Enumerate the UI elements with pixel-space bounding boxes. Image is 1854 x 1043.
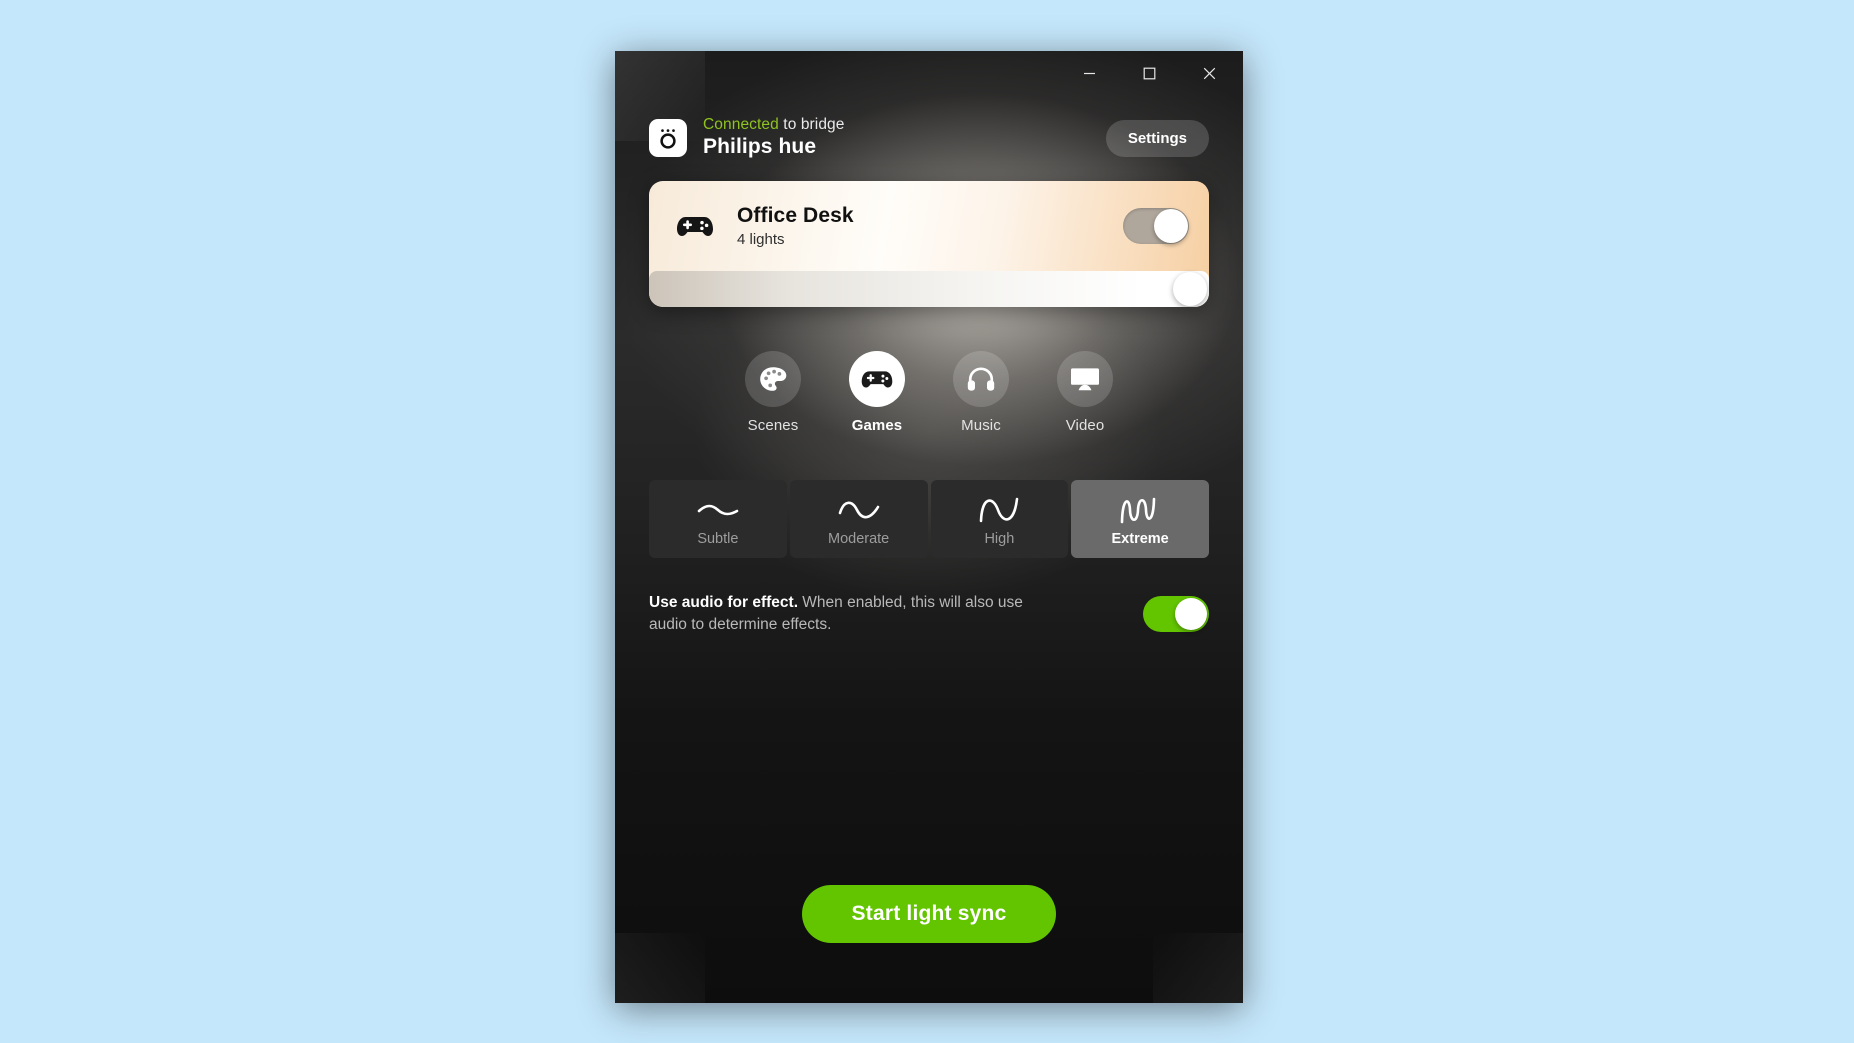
mode-item-scenes[interactable]: Scenes	[729, 351, 817, 434]
mode-item-video[interactable]: Video	[1041, 351, 1129, 434]
area-name: Office Desk	[737, 203, 854, 227]
mode-label-video: Video	[1065, 417, 1105, 434]
connection-suffix: to bridge	[778, 115, 845, 133]
audio-option-row: Use audio for effect. When enabled, this…	[649, 592, 1209, 636]
audio-option-text: Use audio for effect. When enabled, this…	[649, 592, 1041, 636]
intensity-item-moderate[interactable]: Moderate	[789, 480, 928, 558]
intensity-item-extreme[interactable]: Extreme	[1071, 480, 1209, 558]
close-button[interactable]	[1179, 53, 1239, 93]
palette-icon	[745, 351, 801, 407]
bridge-name: Philips hue	[703, 135, 817, 159]
toggle-knob	[1175, 598, 1207, 630]
intensity-label-extreme: Extreme	[1111, 531, 1169, 547]
settings-button[interactable]: Settings	[1105, 119, 1209, 157]
headphones-icon	[953, 351, 1009, 407]
area-light-count: 4 lights	[737, 231, 785, 249]
maximize-icon	[1143, 67, 1156, 80]
wave-high-icon	[1117, 495, 1163, 525]
intensity-label-subtle: Subtle	[697, 531, 739, 547]
minimize-icon	[1083, 67, 1096, 80]
brightness-slider[interactable]	[649, 271, 1209, 307]
audio-effect-toggle[interactable]	[1143, 596, 1209, 632]
bridge-status-line: Connected to bridge	[703, 116, 845, 134]
wave-flat-icon	[695, 495, 741, 525]
maximize-button[interactable]	[1119, 53, 1179, 93]
intensity-selector: Subtle Moderate High Extreme	[649, 480, 1209, 558]
gamepad-icon	[675, 211, 715, 241]
title-bar	[615, 51, 1243, 95]
connection-status: Connected	[703, 115, 779, 133]
close-icon	[1203, 67, 1216, 80]
hue-bridge-icon	[649, 119, 687, 157]
wave-low-icon	[836, 495, 882, 525]
mode-selector: Scenes Games Music Video	[615, 351, 1243, 434]
gamepad-icon	[849, 351, 905, 407]
mode-item-games[interactable]: Games	[833, 351, 921, 434]
intensity-item-subtle[interactable]: Subtle	[649, 480, 787, 558]
brightness-slider-handle[interactable]	[1173, 272, 1207, 306]
footer: Start light sync	[615, 885, 1243, 943]
mode-label-scenes: Scenes	[747, 417, 799, 434]
intensity-label-high: High	[984, 531, 1015, 547]
start-light-sync-button[interactable]: Start light sync	[801, 885, 1057, 943]
mode-label-games: Games	[851, 417, 903, 434]
monitor-icon	[1057, 351, 1113, 407]
mode-label-music: Music	[961, 417, 1001, 434]
bridge-header: Connected to bridge Philips hue Settings	[615, 95, 1243, 167]
app-window: Connected to bridge Philips hue Settings	[615, 51, 1243, 1003]
intensity-item-high[interactable]: High	[930, 480, 1069, 558]
mode-item-music[interactable]: Music	[937, 351, 1025, 434]
entertainment-area-card[interactable]: Office Desk 4 lights	[649, 181, 1209, 307]
minimize-button[interactable]	[1059, 53, 1119, 93]
intensity-label-moderate: Moderate	[827, 531, 890, 547]
area-power-toggle[interactable]	[1123, 208, 1189, 244]
audio-option-title: Use audio for effect.	[649, 594, 798, 611]
toggle-knob	[1154, 209, 1188, 243]
wave-medium-icon	[976, 495, 1022, 525]
